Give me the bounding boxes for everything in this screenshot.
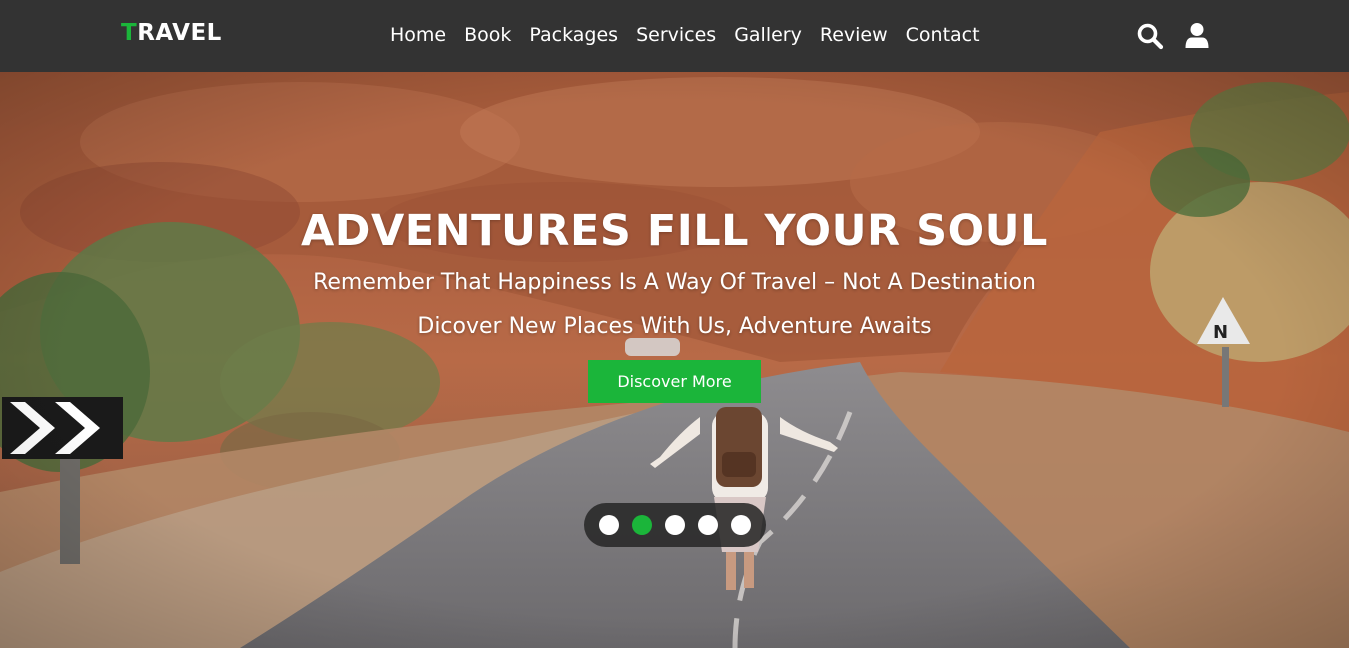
logo-text: RAVEL xyxy=(137,20,222,46)
nav-link-gallery[interactable]: Gallery xyxy=(734,22,802,48)
slider-dot-2-active[interactable] xyxy=(632,515,652,535)
top-navbar: TRAVEL Home Book Packages Services Galle… xyxy=(0,0,1349,72)
hero-subtitle-tagline: Dicover New Places With Us, Adventure Aw… xyxy=(417,314,932,339)
search-icon[interactable] xyxy=(1136,22,1164,50)
slider-pagination xyxy=(584,503,766,547)
discover-more-button[interactable]: Discover More xyxy=(588,360,761,403)
hero-title: ADVENTURES FILL YOUR SOUL xyxy=(301,206,1048,256)
nav-link-home[interactable]: Home xyxy=(390,22,446,48)
nav-link-book[interactable]: Book xyxy=(464,22,511,48)
logo-accent-letter: T xyxy=(121,20,138,46)
nav-link-contact[interactable]: Contact xyxy=(906,22,980,48)
main-nav: Home Book Packages Services Gallery Revi… xyxy=(381,22,989,48)
slider-dot-1[interactable] xyxy=(599,515,619,535)
slider-dot-5[interactable] xyxy=(731,515,751,535)
hero-subtitle-quote: Remember That Happiness Is A Way Of Trav… xyxy=(313,270,1036,295)
user-icon[interactable] xyxy=(1183,22,1211,50)
hero-section: N ADVENTURES FILL YOUR SOUL Remember Tha… xyxy=(0,72,1349,648)
brand-logo[interactable]: TRAVEL xyxy=(121,20,222,46)
slider-dot-4[interactable] xyxy=(698,515,718,535)
nav-link-review[interactable]: Review xyxy=(820,22,888,48)
nav-link-services[interactable]: Services xyxy=(636,22,716,48)
nav-link-packages[interactable]: Packages xyxy=(529,22,618,48)
slider-dot-3[interactable] xyxy=(665,515,685,535)
